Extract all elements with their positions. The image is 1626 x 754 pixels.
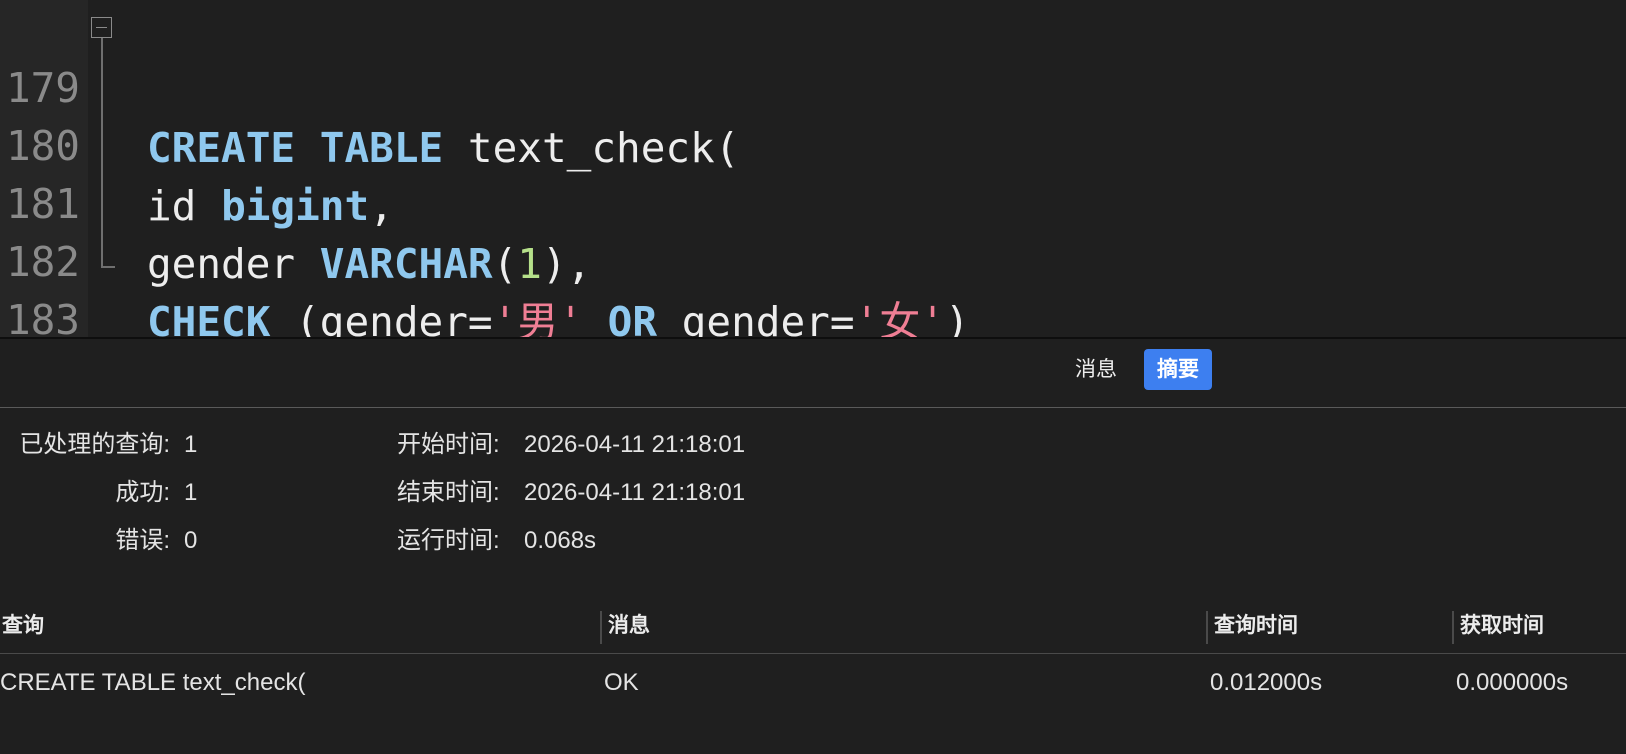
start-time-label: 开始时间: <box>397 431 500 458</box>
cell-fetch-time: 0.000000s <box>1456 669 1569 696</box>
column-divider[interactable] <box>600 611 602 644</box>
column-header-message[interactable]: 消息 <box>608 608 650 644</box>
sql-editor[interactable]: 179 CREATE TABLE text_check( 180 id bigi… <box>0 0 1626 338</box>
column-divider[interactable] <box>1206 611 1208 644</box>
error-label: 错误: <box>115 527 170 554</box>
error-value: 0 <box>184 527 198 554</box>
success-value: 1 <box>184 479 198 506</box>
column-header-query-time[interactable]: 查询时间 <box>1214 608 1298 644</box>
code-line[interactable]: 180 id bigint, <box>0 56 1626 230</box>
code-line[interactable]: 184 <box>0 288 1626 338</box>
end-time-label: 结束时间: <box>397 479 500 506</box>
summary-success-row: 成功: 1 <box>0 478 380 508</box>
table-row[interactable]: CREATE TABLE text_check( OK 0.012000s 0.… <box>0 653 1626 717</box>
summary-error-row: 错误: 0 <box>0 526 380 556</box>
column-divider[interactable] <box>1452 611 1454 644</box>
runtime-label: 运行时间: <box>397 527 500 554</box>
result-tab-bar: 消息 摘要 <box>0 339 1626 408</box>
processed-label: 已处理的查询: <box>19 431 170 458</box>
end-time-value: 2026-04-11 21:18:01 <box>524 479 746 506</box>
summary-panel: 已处理的查询: 1 成功: 1 错误: 0 开始时间: 2026-04-11 2… <box>0 430 1626 580</box>
code-line[interactable]: 182 CHECK (gender='男' OR gender='女') <box>0 172 1626 338</box>
column-header-query[interactable]: 查询 <box>2 608 44 644</box>
runtime-value: 0.068s <box>524 527 597 554</box>
success-label: 成功: <box>115 479 170 506</box>
summary-start-row: 开始时间: 2026-04-11 21:18:01 <box>397 430 997 460</box>
summary-runtime-row: 运行时间: 0.068s <box>397 526 997 556</box>
tab-summary[interactable]: 摘要 <box>1144 349 1212 390</box>
processed-value: 1 <box>184 431 198 458</box>
results-table-header: 查询 消息 查询时间 获取时间 <box>0 608 1626 654</box>
cell-message: OK <box>604 669 639 696</box>
summary-processed-row: 已处理的查询: 1 <box>0 430 380 460</box>
code-line[interactable]: 181 gender VARCHAR(1), <box>0 114 1626 288</box>
code-line[interactable]: 183 ); <box>0 230 1626 338</box>
column-header-fetch-time[interactable]: 获取时间 <box>1460 608 1544 644</box>
start-time-value: 2026-04-11 21:18:01 <box>524 431 746 458</box>
cell-query-time: 0.012000s <box>1210 669 1323 696</box>
cell-query: CREATE TABLE text_check( <box>0 669 306 696</box>
tab-messages[interactable]: 消息 <box>1062 349 1130 390</box>
summary-end-row: 结束时间: 2026-04-11 21:18:01 <box>397 478 997 508</box>
code-line[interactable]: 179 CREATE TABLE text_check( <box>0 0 1626 172</box>
